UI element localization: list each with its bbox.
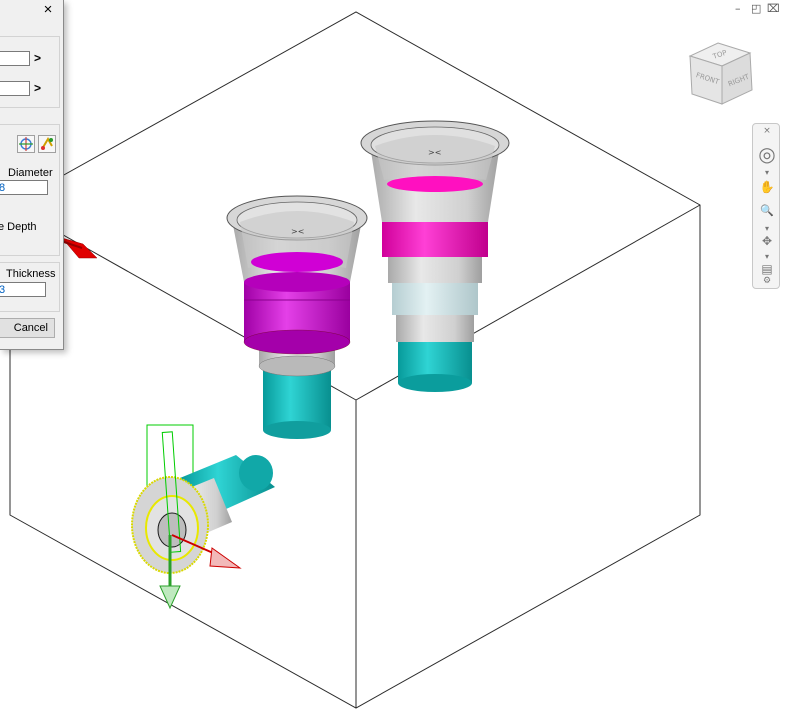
3d-viewport[interactable]: >< >< TOP FRONT RIGHT bbox=[0, 0, 786, 709]
select-arrow-1[interactable]: > bbox=[34, 51, 41, 65]
navbar-settings-icon[interactable]: ⚙ bbox=[753, 276, 781, 286]
snap-icon bbox=[41, 137, 53, 150]
thickness-field[interactable] bbox=[0, 282, 46, 297]
minimize-icon[interactable]: – bbox=[735, 2, 741, 15]
svg-text:><: >< bbox=[291, 227, 304, 236]
cancel-button[interactable]: Cancel bbox=[0, 318, 55, 338]
viewcube[interactable]: TOP FRONT RIGHT bbox=[688, 42, 753, 105]
navbar-close-icon[interactable]: × bbox=[753, 126, 781, 136]
diameter-label: Diameter bbox=[8, 167, 53, 179]
block-wireframe bbox=[9, 11, 701, 709]
close-window-icon[interactable]: ⌧ bbox=[767, 2, 780, 15]
position-field-2[interactable] bbox=[0, 81, 30, 96]
hole-dialog: × > > Diameter e Depth Thickness Cancel bbox=[0, 0, 64, 350]
orbit-dropdown-icon[interactable]: ▾ bbox=[753, 252, 781, 261]
navigation-bar: × ◎ ▾ ✋ 🔍 ▾ ✥ ▾ ▤ ⚙ bbox=[752, 123, 780, 289]
depth-label: e Depth bbox=[0, 221, 37, 233]
select-arrow-2[interactable]: > bbox=[34, 81, 41, 95]
snap-tool-button[interactable] bbox=[38, 135, 56, 153]
steering-wheel-dropdown-icon[interactable]: ▾ bbox=[753, 168, 781, 177]
pan-icon[interactable]: ✋ bbox=[753, 180, 781, 194]
port-selected[interactable] bbox=[131, 424, 275, 610]
restore-icon[interactable]: ◰ bbox=[751, 2, 761, 15]
zoom-icon[interactable]: 🔍 bbox=[753, 204, 781, 217]
thickness-label: Thickness bbox=[6, 268, 56, 280]
look-at-icon[interactable]: ▤ bbox=[753, 262, 781, 276]
crosshair-tool-button[interactable] bbox=[17, 135, 35, 153]
orbit-icon[interactable]: ✥ bbox=[753, 234, 781, 248]
port-left[interactable]: >< bbox=[226, 195, 368, 439]
diameter-field[interactable] bbox=[0, 180, 48, 195]
close-icon[interactable]: × bbox=[38, 0, 58, 20]
position-group bbox=[0, 36, 60, 108]
steering-wheel-icon[interactable]: ◎ bbox=[753, 142, 781, 166]
svg-text:><: >< bbox=[428, 148, 441, 157]
port-right[interactable]: >< bbox=[360, 120, 510, 392]
crosshair-icon bbox=[19, 137, 33, 151]
zoom-dropdown-icon[interactable]: ▾ bbox=[753, 224, 781, 233]
position-field-1[interactable] bbox=[0, 51, 30, 66]
